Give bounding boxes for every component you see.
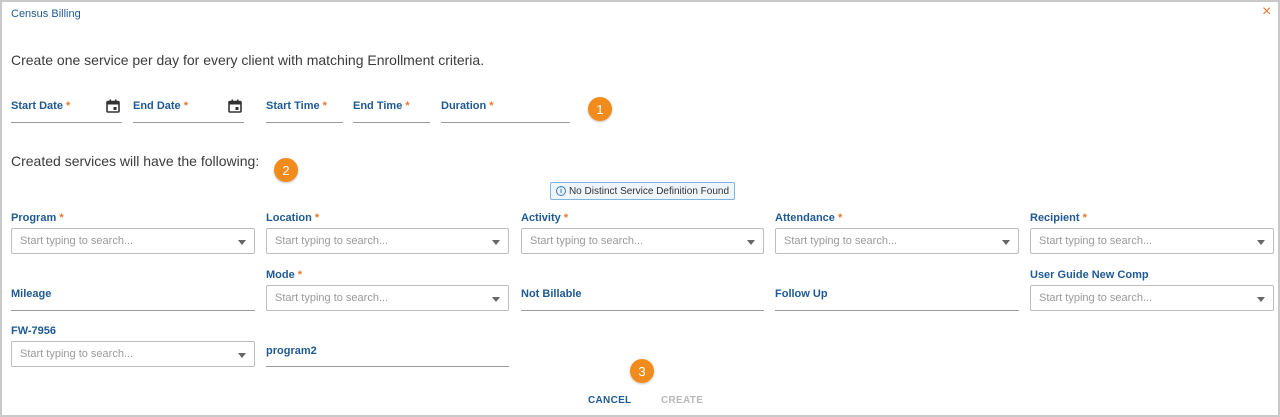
step-badge-3: 3 (630, 359, 654, 383)
not-billable-underline (521, 310, 764, 311)
start-time-label: Start Time (266, 100, 320, 112)
required-marker: * (66, 100, 71, 112)
attendance-label: Attendance * (775, 212, 843, 224)
recipient-label: Recipient * (1030, 212, 1087, 224)
end-time-label: End Time (353, 100, 403, 112)
dialog-title: Census Billing (11, 8, 81, 20)
location-label: Location * (266, 212, 320, 224)
placeholder-text: Start typing to search... (530, 235, 644, 247)
instruction-text: Create one service per day for every cli… (11, 52, 485, 68)
program-select[interactable]: Start typing to search... (11, 228, 255, 254)
calendar-icon[interactable] (106, 99, 120, 113)
step-badge-1: 1 (588, 97, 612, 121)
duration-label: Duration (441, 100, 487, 112)
chevron-down-icon[interactable] (238, 240, 246, 245)
not-billable-field[interactable]: Not Billable (521, 288, 582, 300)
info-icon: i (555, 186, 566, 196)
fw7956-label: FW-7956 (11, 325, 57, 337)
step-badge-2: 2 (274, 158, 298, 182)
mode-select[interactable]: Start typing to search... (266, 285, 509, 311)
placeholder-text: Start typing to search... (1039, 235, 1153, 247)
program2-underline (266, 366, 509, 367)
attendance-select[interactable]: Start typing to search... (775, 228, 1019, 254)
location-select[interactable]: Start typing to search... (266, 228, 509, 254)
activity-select[interactable]: Start typing to search... (521, 228, 764, 254)
program-label: Program * (11, 212, 64, 224)
end-date-underline (133, 122, 244, 123)
notice-text: No Distinct Service Definition Found (568, 185, 730, 197)
calendar-icon[interactable] (228, 99, 242, 113)
fw7956-select[interactable]: Start typing to search... (11, 341, 255, 367)
start-date-underline (11, 122, 122, 123)
mode-label: Mode * (266, 269, 303, 281)
end-time-underline (353, 122, 430, 123)
required-marker: * (322, 100, 327, 112)
placeholder-text: Start typing to search... (20, 348, 134, 360)
placeholder-text: Start typing to search... (1039, 292, 1153, 304)
required-marker: * (405, 100, 410, 112)
services-subheading: Created services will have the following… (11, 153, 260, 169)
start-time-field[interactable]: Start Time * (266, 100, 327, 112)
follow-up-field[interactable]: Follow Up (775, 288, 828, 300)
end-date-field[interactable]: End Date * (133, 100, 188, 112)
end-time-field[interactable]: End Time * (353, 100, 410, 112)
mileage-underline (11, 310, 255, 311)
no-service-definition-notice: i No Distinct Service Definition Found (550, 182, 735, 200)
user-guide-label: User Guide New Comp (1030, 269, 1149, 281)
start-time-underline (266, 122, 343, 123)
recipient-select[interactable]: Start typing to search... (1030, 228, 1274, 254)
chevron-down-icon[interactable] (1002, 240, 1010, 245)
chevron-down-icon[interactable] (1257, 297, 1265, 302)
duration-underline (441, 122, 570, 123)
follow-up-underline (775, 310, 1019, 311)
close-icon[interactable]: × (1262, 4, 1271, 20)
chevron-down-icon[interactable] (492, 240, 500, 245)
chevron-down-icon[interactable] (492, 297, 500, 302)
required-marker: * (489, 100, 494, 112)
placeholder-text: Start typing to search... (784, 235, 898, 247)
placeholder-text: Start typing to search... (20, 235, 134, 247)
duration-field[interactable]: Duration * (441, 100, 494, 112)
cancel-button[interactable]: CANCEL (588, 395, 631, 406)
chevron-down-icon[interactable] (1257, 240, 1265, 245)
start-date-label: Start Date (11, 100, 63, 112)
chevron-down-icon[interactable] (747, 240, 755, 245)
required-marker: * (183, 100, 189, 112)
placeholder-text: Start typing to search... (275, 292, 389, 304)
census-billing-dialog: Census Billing × Create one service per … (0, 0, 1280, 417)
start-date-field[interactable]: Start Date * (11, 100, 70, 112)
user-guide-select[interactable]: Start typing to search... (1030, 285, 1274, 311)
program2-field[interactable]: program2 (266, 345, 317, 357)
create-button[interactable]: CREATE (661, 395, 703, 406)
chevron-down-icon[interactable] (238, 353, 246, 358)
mileage-field[interactable]: Mileage (11, 288, 51, 300)
placeholder-text: Start typing to search... (275, 235, 389, 247)
activity-label: Activity * (521, 212, 569, 224)
end-date-label: End Date (133, 100, 181, 112)
